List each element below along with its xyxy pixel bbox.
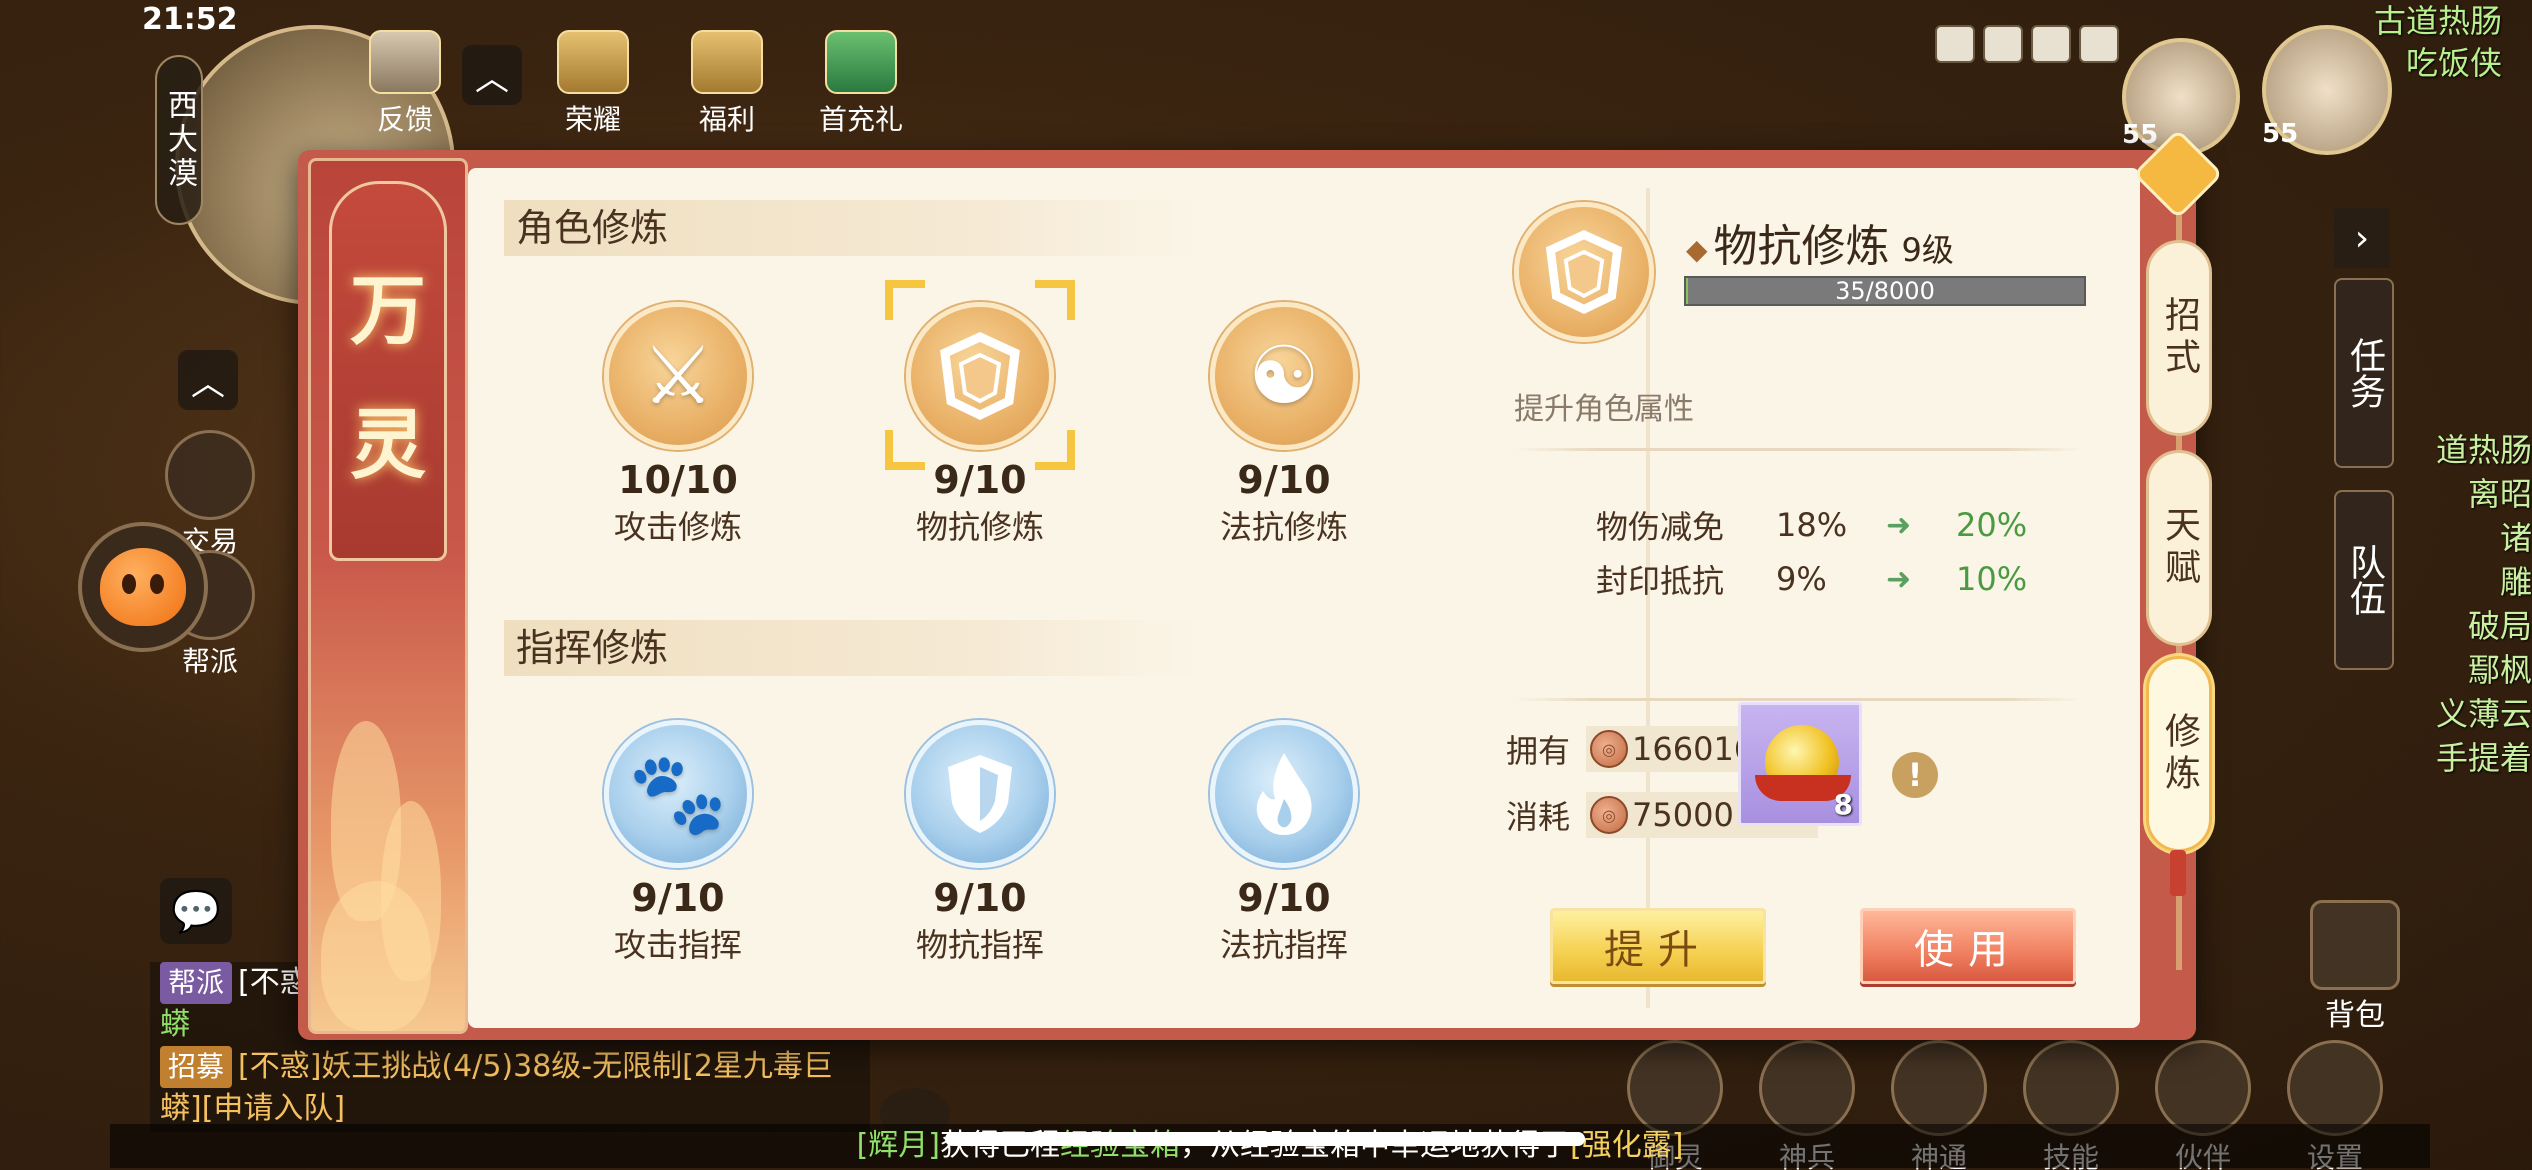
spirit-icon [1627, 1040, 1723, 1136]
chevron-up-icon: ︿ [475, 58, 509, 99]
item-count: 8 [1833, 788, 1853, 821]
welfare-button[interactable]: 福利 [672, 30, 782, 140]
divider [1514, 698, 2084, 701]
crossed-swords-icon: ⚔ [642, 329, 714, 422]
player-avatar[interactable]: 55 [2262, 25, 2392, 155]
stat-row: 封印抵抗 9% ➜ 10% [1596, 560, 2028, 600]
skill-physical-resist-command[interactable]: 9/10 物抗指挥 [870, 720, 1090, 966]
section-command-title: 指挥修炼 [504, 620, 1204, 676]
shield-icon [948, 755, 1012, 833]
honor-button[interactable]: 荣耀 [538, 30, 648, 140]
upgrade-button[interactable]: 提升 [1550, 908, 1766, 984]
shield-icon [1545, 230, 1623, 315]
backpack-icon [2310, 900, 2400, 990]
flame-icon [1256, 753, 1312, 835]
arrow-right-icon: ➜ [1886, 561, 1912, 597]
arrow-right-icon: ➜ [1886, 507, 1912, 543]
cost-amount: 75000 [1632, 796, 1734, 834]
tassel-decoration [2170, 850, 2186, 896]
paw-icon: 🐾 [628, 747, 728, 840]
buff-icon [1983, 25, 2023, 63]
skill-level: 9级 [1901, 231, 1954, 269]
mascot-icon [100, 548, 186, 626]
gift-box-icon [825, 30, 897, 94]
copper-coin-icon: ◎ [1590, 796, 1628, 834]
skill-attack-command[interactable]: 🐾 9/10 攻击指挥 [568, 720, 788, 966]
speech-bubble-icon: 💬 [171, 888, 221, 935]
divider [1514, 448, 2084, 451]
chevron-up-icon: ︿ [191, 363, 225, 404]
skill-physical-resist-cultivation[interactable]: 9/10 物抗修炼 [870, 280, 1090, 548]
flame-decoration [321, 881, 431, 1031]
dialog-banner: 万 灵 [308, 158, 468, 1034]
skill-magic-resist-cultivation[interactable]: ☯ 9/10 法抗修炼 [1174, 302, 1394, 548]
home-indicator[interactable] [945, 1132, 1585, 1146]
yin-yang-icon: ☯ [1248, 329, 1320, 422]
buff-row [1935, 25, 2119, 63]
tab-task[interactable]: 任务 [2334, 278, 2394, 468]
skill-description: 提升角色属性 [1514, 392, 1694, 427]
first-charge-button[interactable]: 首充礼 [806, 30, 916, 140]
copper-coin-icon: ◎ [1590, 730, 1628, 768]
exp-orb-item-slot[interactable]: 8 [1738, 702, 1862, 826]
selected-skill-title: ◆ 物抗修炼 9级 [1686, 221, 1954, 272]
chat-line: 招募 [不惑]妖王挑战(4/5)38级-无限制[2星九毒巨 [150, 1046, 870, 1088]
monk-icon [1891, 1040, 1987, 1136]
skill-magic-resist-command[interactable]: 9/10 法抗指挥 [1174, 720, 1394, 966]
armor-icon [1759, 1040, 1855, 1136]
top-right-names: 古道热肠 吃饭侠 [2373, 2, 2502, 82]
section-role-title: 角色修炼 [504, 200, 1204, 256]
flag-icon [2155, 1040, 2251, 1136]
book-icon [2023, 1040, 2119, 1136]
trophy-icon [557, 30, 629, 94]
buff-icon [2031, 25, 2071, 63]
buff-icon [2079, 25, 2119, 63]
chevron-right-icon: › [2354, 217, 2370, 259]
tab-team[interactable]: 队伍 [2334, 490, 2394, 670]
exclamation-icon: ! [1907, 756, 1923, 794]
nearby-player-names: 道热肠 离昭 诸 雕 破局 鄢枫 义薄云 手提着 [2435, 431, 2532, 777]
tab-moves[interactable]: 招式 [2146, 240, 2212, 436]
feedback-icon [369, 30, 441, 94]
exp-progress-text: 35/8000 [1835, 277, 1935, 305]
stat-row: 物伤减免 18% ➜ 20% [1596, 506, 2028, 546]
collapse-top-button[interactable]: ︿ [462, 45, 522, 105]
tab-talent[interactable]: 天赋 [2146, 450, 2212, 646]
gift-icon [691, 30, 763, 94]
exp-progress-bar: 35/8000 [1684, 276, 2086, 306]
clock: 21:52 [142, 2, 238, 37]
chat-button[interactable]: 💬 [160, 878, 232, 944]
selected-skill-icon [1514, 202, 1654, 342]
system-ticker: [辉月]获得已程经验宝箱，从经验宝箱中幸运地获得了[强化露] [110, 1124, 2430, 1168]
banner-title: 万 灵 [329, 181, 447, 561]
dialog-content: 角色修炼 ⚔ 10/10 攻击修炼 9/10 物抗修炼 ☯ 9/10 法抗修炼 … [468, 168, 2140, 1028]
coin-icon [165, 430, 255, 520]
buff-icon [1935, 25, 1975, 63]
location-label[interactable]: 西大漠 [155, 55, 203, 225]
shield-icon [940, 332, 1020, 420]
chat-channel-badge: 招募 [160, 1046, 233, 1088]
expand-panel-button[interactable]: › [2334, 208, 2390, 268]
gear-icon [2287, 1040, 2383, 1136]
collapse-left-button[interactable]: ︿ [178, 350, 238, 410]
feedback-button[interactable]: 反馈 [350, 30, 460, 140]
skill-attack-cultivation[interactable]: ⚔ 10/10 攻击修炼 [568, 302, 788, 548]
info-button[interactable]: ! [1892, 752, 1938, 798]
tab-cultivation[interactable]: 修炼 [2146, 656, 2212, 852]
bag-button[interactable]: 背包 [2300, 900, 2410, 1034]
diamond-icon: ◆ [1686, 232, 1708, 266]
cultivation-dialog: 万 灵 角色修炼 ⚔ 10/10 攻击修炼 9/10 物抗修炼 ☯ 9/10 法… [298, 128, 2224, 1040]
use-item-button[interactable]: 使用 [1860, 908, 2076, 984]
mascot-button[interactable] [78, 522, 208, 652]
chat-channel-badge: 帮派 [160, 962, 233, 1004]
